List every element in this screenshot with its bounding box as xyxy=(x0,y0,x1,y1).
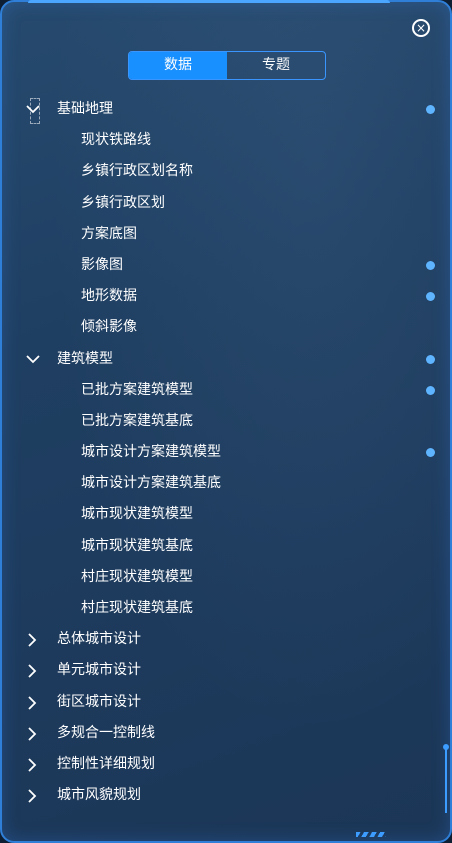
layer-status-dot xyxy=(426,385,435,395)
chevron-right-icon[interactable] xyxy=(26,655,42,686)
tree-item-label: 已批方案建筑基底 xyxy=(81,412,193,429)
tree-group-label: 多规合一控制线 xyxy=(57,724,155,741)
close-icon[interactable]: × xyxy=(412,19,430,37)
tree-item[interactable]: 村庄现状建筑基底 xyxy=(2,593,452,624)
tree-item-label: 方案底图 xyxy=(81,225,137,242)
layer-status-dot xyxy=(426,292,435,302)
tree-item-label: 村庄现状建筑模型 xyxy=(81,568,193,585)
tree-item-label: 地形数据 xyxy=(81,288,137,305)
focus-outline xyxy=(30,98,40,124)
chevron-right-icon[interactable] xyxy=(26,624,42,655)
tree-item[interactable]: 城市现状建筑模型 xyxy=(2,499,452,530)
chevron-right-icon[interactable] xyxy=(26,780,42,811)
tree-group[interactable]: 总体城市设计 xyxy=(2,624,452,655)
tree-item[interactable]: 村庄现状建筑模型 xyxy=(2,562,452,593)
tab-topic[interactable]: 专题 xyxy=(227,52,325,79)
tree-group-label: 单元城市设计 xyxy=(57,662,141,679)
tree-item[interactable]: 方案底图 xyxy=(2,219,452,250)
tree-item[interactable]: 城市设计方案建筑模型 xyxy=(2,437,452,468)
tree-item[interactable]: 倾斜影像 xyxy=(2,312,452,343)
tree-item-label: 乡镇行政区划 xyxy=(81,194,165,211)
layer-status-dot xyxy=(426,105,435,114)
tree-item-label: 城市现状建筑基底 xyxy=(81,537,193,554)
tab-bar: 数据 专题 xyxy=(128,51,326,80)
tree-group-label: 总体城市设计 xyxy=(57,631,141,648)
layer-status-dot xyxy=(426,448,435,458)
tree-group-label: 街区城市设计 xyxy=(57,693,141,710)
tree-item[interactable]: 地形数据 xyxy=(2,281,452,312)
tree-item-label: 现状铁路线 xyxy=(81,132,151,149)
tree-group[interactable]: 基础地理 xyxy=(2,94,452,125)
layer-status-dot xyxy=(426,354,435,364)
tree-item[interactable]: 乡镇行政区划 xyxy=(2,188,452,219)
layer-status-dot xyxy=(426,260,435,270)
panel-top-accent xyxy=(28,0,390,9)
tree-item[interactable]: 已批方案建筑模型 xyxy=(2,375,452,406)
tree-item[interactable]: 城市设计方案建筑基底 xyxy=(2,468,452,499)
tree-group-label: 控制性详细规划 xyxy=(57,755,155,772)
tree-item-label: 倾斜影像 xyxy=(81,319,137,336)
tree-group[interactable]: 街区城市设计 xyxy=(2,687,452,718)
tree-item[interactable]: 城市现状建筑基底 xyxy=(2,531,452,562)
tree-item-label: 已批方案建筑模型 xyxy=(81,381,193,398)
tree-group[interactable]: 建筑模型 xyxy=(2,344,452,375)
tree-item-label: 乡镇行政区划名称 xyxy=(81,163,193,180)
tree-item[interactable]: 现状铁路线 xyxy=(2,125,452,156)
tree-group[interactable]: 多规合一控制线 xyxy=(2,718,452,749)
tree-item-label: 影像图 xyxy=(81,256,123,273)
chevron-down-icon[interactable] xyxy=(26,344,42,375)
tree-group[interactable]: 控制性详细规划 xyxy=(2,749,452,780)
chevron-right-icon[interactable] xyxy=(26,687,42,718)
tree-item-label: 城市现状建筑模型 xyxy=(81,506,193,523)
chevron-right-icon[interactable] xyxy=(26,749,42,780)
tree-item[interactable]: 已批方案建筑基底 xyxy=(2,406,452,437)
tree-item-label: 城市设计方案建筑基底 xyxy=(81,475,221,492)
panel-bottom-decoration xyxy=(356,832,386,837)
tree-item[interactable]: 乡镇行政区划名称 xyxy=(2,156,452,187)
tree-group[interactable]: 单元城市设计 xyxy=(2,655,452,686)
tab-data[interactable]: 数据 xyxy=(129,52,227,79)
tree-item[interactable]: 影像图 xyxy=(2,250,452,281)
tree-item-label: 村庄现状建筑基底 xyxy=(81,600,193,616)
tree-item-label: 城市设计方案建筑模型 xyxy=(81,444,221,461)
tree-group-label: 建筑模型 xyxy=(57,350,113,367)
tree-group-label: 城市风貌规划 xyxy=(57,787,141,804)
layer-tree: 基础地理现状铁路线乡镇行政区划名称 乡镇行政区划 方案底图影像图地形数据倾斜影像建筑… xyxy=(2,94,452,811)
tree-group[interactable]: 城市风貌规划 xyxy=(2,780,452,811)
tree-group-label: 基础地理 xyxy=(57,101,113,117)
chevron-right-icon[interactable] xyxy=(26,718,42,749)
layer-panel: × 数据 专题 基础地理现状铁路线乡镇行政区划名称 乡镇行政区划 方案底图影像图地形… xyxy=(0,0,452,843)
